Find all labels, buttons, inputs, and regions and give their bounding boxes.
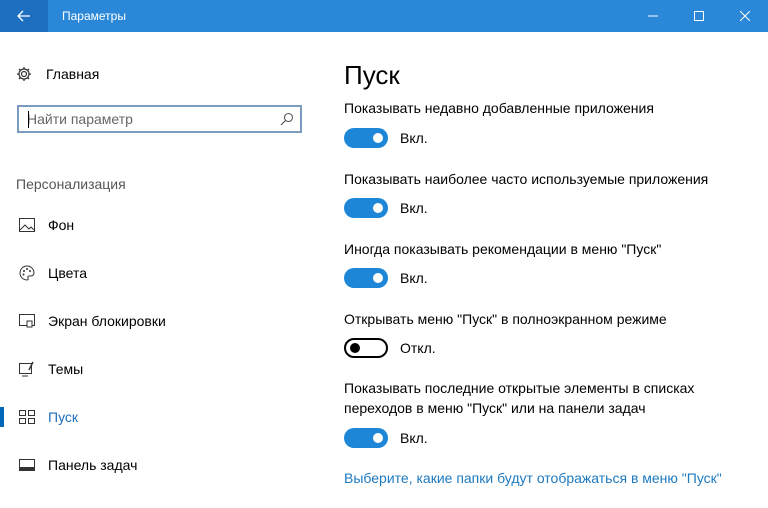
toggle-knob [373, 133, 383, 143]
section-header: Персонализация [16, 176, 126, 192]
close-button[interactable] [722, 0, 768, 32]
image-icon [18, 216, 36, 234]
option-label: Иногда показывать рекомендации в меню "П… [344, 241, 662, 257]
sidebar-item-lock-screen[interactable]: Экран блокировки [0, 301, 320, 341]
toggle-knob [373, 273, 383, 283]
fullscreen-start-toggle[interactable] [344, 338, 388, 358]
choose-folders-link[interactable]: Выберите, какие папки будут отображаться… [344, 468, 744, 488]
toggle-state-label: Откл. [400, 340, 436, 356]
active-indicator [0, 407, 4, 427]
toggle-state-label: Вкл. [400, 430, 428, 446]
minimize-icon [648, 15, 658, 17]
sidebar-item-colors[interactable]: Цвета [0, 253, 320, 293]
option-label: Показывать недавно добавленные приложени… [344, 100, 654, 116]
recent-apps-toggle[interactable] [344, 128, 388, 148]
window-title: Параметры [62, 9, 126, 23]
sidebar-item-label: Фон [48, 217, 75, 233]
jump-lists-toggle[interactable] [344, 428, 388, 448]
minimize-button[interactable] [630, 0, 676, 32]
themes-icon [18, 360, 36, 378]
start-icon [18, 408, 36, 426]
title-bar: Параметры [0, 0, 768, 32]
search-icon[interactable] [280, 112, 294, 126]
lock-screen-icon [18, 312, 36, 330]
toggle-state-label: Вкл. [400, 130, 428, 146]
sidebar-item-start[interactable]: Пуск [0, 397, 320, 437]
text-caret [28, 111, 29, 128]
sidebar-item-themes[interactable]: Темы [0, 349, 320, 389]
maximize-button[interactable] [676, 0, 722, 32]
close-icon [740, 11, 750, 21]
back-arrow-icon [17, 10, 30, 22]
main-content: Пуск Показывать недавно добавленные прил… [344, 32, 764, 508]
sidebar-item-background[interactable]: Фон [0, 205, 320, 245]
toggle-knob [373, 203, 383, 213]
page-title: Пуск [344, 60, 400, 90]
toggle-knob [350, 343, 360, 353]
home-label: Главная [46, 66, 100, 82]
maximize-icon [694, 11, 704, 21]
gear-icon [17, 67, 31, 81]
sidebar-item-label: Темы [48, 361, 84, 377]
sidebar-item-label: Пуск [48, 409, 79, 425]
sidebar-item-label: Цвета [48, 265, 87, 281]
sidebar-item-label: Экран блокировки [48, 313, 166, 329]
toggle-state-label: Вкл. [400, 270, 428, 286]
most-used-apps-toggle[interactable] [344, 198, 388, 218]
sidebar-item-taskbar[interactable]: Панель задач [0, 445, 320, 485]
toggle-knob [373, 433, 383, 443]
suggestions-toggle[interactable] [344, 268, 388, 288]
search-input[interactable] [27, 110, 267, 128]
toggle-state-label: Вкл. [400, 200, 428, 216]
taskbar-icon [18, 456, 36, 474]
sidebar: Главная Персонализация Фон Цвета Экран б… [0, 32, 320, 508]
sidebar-item-label: Панель задач [48, 457, 138, 473]
option-label: Показывать наиболее часто используемые п… [344, 171, 709, 187]
option-label: Показывать последние открытые элементы в… [344, 380, 695, 416]
home-link[interactable]: Главная [16, 64, 99, 84]
option-label: Открывать меню "Пуск" в полноэкранном ре… [344, 311, 667, 327]
back-button[interactable] [0, 0, 48, 32]
palette-icon [18, 264, 36, 282]
search-box[interactable] [17, 105, 302, 133]
